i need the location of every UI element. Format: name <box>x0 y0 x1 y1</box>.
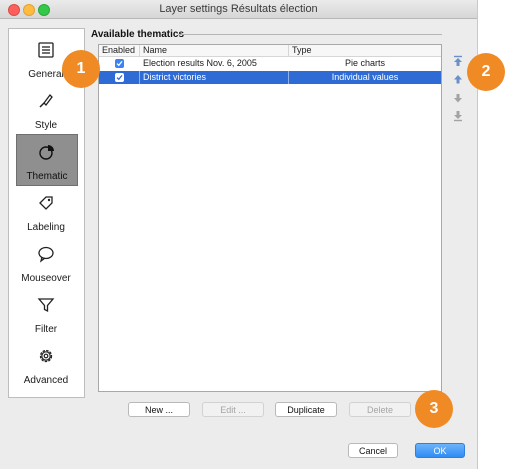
speech-bubble-icon <box>38 246 54 263</box>
move-to-bottom-icon[interactable] <box>452 110 464 122</box>
window-title: Layer settings Résultats élection <box>159 3 318 15</box>
sidebar-item-label: Filter <box>34 324 58 335</box>
duplicate-button[interactable]: Duplicate <box>275 402 337 417</box>
move-down-icon[interactable] <box>452 92 464 104</box>
brush-icon <box>39 94 53 108</box>
sidebar-item-label: Thematic <box>26 171 68 182</box>
delete-button[interactable]: Delete <box>349 402 411 417</box>
sidebar-item-thematic[interactable]: Thematic <box>16 134 78 186</box>
enabled-cell <box>99 57 140 70</box>
sidebar-item-label: Advanced <box>23 375 69 386</box>
title-bar: Layer settings Résultats élection <box>0 0 477 19</box>
checkmark-icon <box>116 60 123 67</box>
name-cell: District victories <box>140 71 289 84</box>
callout-badge-2: 2 <box>467 53 505 91</box>
sidebar-item-label: Mouseover <box>21 273 71 284</box>
new-button[interactable]: New ... <box>128 402 190 417</box>
funnel-icon <box>37 298 55 313</box>
sidebar-item-label: Labeling <box>27 222 65 233</box>
move-up-icon[interactable] <box>452 73 464 85</box>
move-to-top-icon[interactable] <box>452 55 464 67</box>
name-cell: Election results Nov. 6, 2005 <box>143 58 257 68</box>
ok-button[interactable]: OK <box>415 443 465 458</box>
table-row[interactable]: District victories Individual values <box>99 71 441 84</box>
table-header: Enabled Name Type <box>99 45 441 57</box>
edit-button[interactable]: Edit ... <box>202 402 264 417</box>
table-row[interactable]: Election results Nov. 6, 2005 Pie charts <box>99 57 441 70</box>
sidebar-item-labeling[interactable]: Labeling <box>16 186 76 236</box>
section-divider <box>178 34 442 35</box>
sidebar-item-style[interactable]: Style <box>16 84 76 134</box>
sidebar-item-advanced[interactable]: Advanced <box>16 339 76 389</box>
enabled-checkbox[interactable] <box>115 73 124 82</box>
type-cell: Pie charts <box>344 58 386 68</box>
checkmark-icon <box>116 74 123 81</box>
column-header-name[interactable]: Name <box>140 45 289 56</box>
cancel-button[interactable]: Cancel <box>348 443 398 458</box>
callout-badge-1: 1 <box>62 50 100 88</box>
callout-badge-3: 3 <box>415 390 453 428</box>
sidebar-item-mouseover[interactable]: Mouseover <box>16 237 76 287</box>
column-header-enabled[interactable]: Enabled <box>99 45 140 56</box>
pie-chart-icon <box>39 145 54 160</box>
enabled-cell <box>99 71 140 84</box>
enabled-checkbox[interactable] <box>115 59 124 68</box>
tag-icon <box>39 196 53 210</box>
type-cell: Individual values <box>331 72 399 82</box>
column-header-type[interactable]: Type <box>289 45 441 56</box>
sidebar-item-filter[interactable]: Filter <box>16 288 76 338</box>
section-title: Available thematics <box>91 29 185 40</box>
sidebar-item-label: Style <box>34 120 58 131</box>
gear-icon <box>39 349 53 363</box>
thematics-table: Enabled Name Type Election results Nov. … <box>98 44 442 392</box>
list-icon <box>38 42 54 58</box>
